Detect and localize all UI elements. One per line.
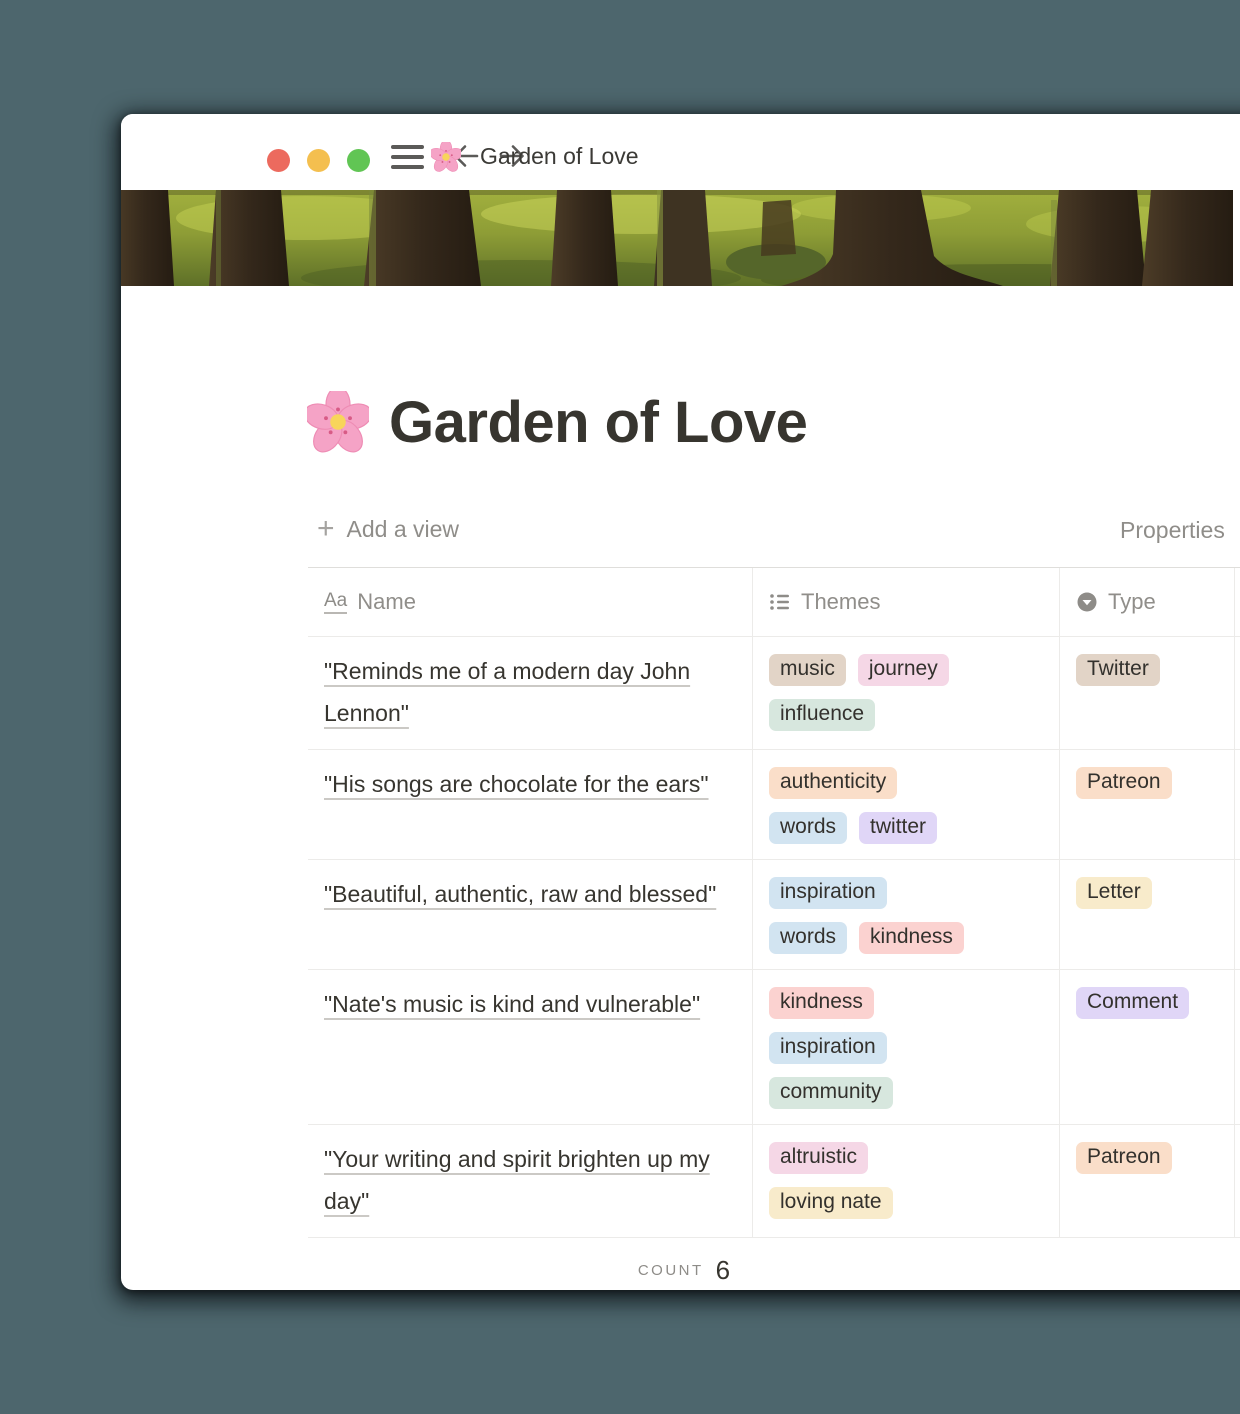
themes-cell: authenticity words twitter <box>753 750 1060 859</box>
name-cell: "Beautiful, authentic, raw and blessed" <box>308 860 753 969</box>
properties-button[interactable]: Properties <box>1120 517 1225 544</box>
theme-tag[interactable]: music <box>769 654 846 686</box>
theme-tag[interactable]: influence <box>769 699 875 731</box>
type-cell: Patreon <box>1060 1125 1235 1237</box>
theme-tag[interactable]: journey <box>858 654 949 686</box>
window-title: Garden of Love <box>480 143 639 170</box>
theme-tag[interactable]: twitter <box>859 812 937 844</box>
name-cell: "Reminds me of a modern day John Lennon" <box>308 637 753 749</box>
tag-line: music journey <box>769 654 1043 686</box>
empty-cell <box>1235 860 1240 969</box>
views-toolbar: + Add a view Properties <box>121 514 1240 548</box>
table-row: "Your writing and spirit brighten up my … <box>308 1125 1240 1238</box>
row-title-link[interactable]: "Reminds me of a modern day John Lennon" <box>324 658 690 726</box>
empty-cell <box>1235 970 1240 1124</box>
window-titlebar: Garden of Love <box>121 114 1240 190</box>
name-cell: "Your writing and spirit brighten up my … <box>308 1125 753 1237</box>
tag-line: community <box>769 1077 1043 1109</box>
column-header-type[interactable]: Type <box>1060 568 1235 636</box>
cherry-blossom-icon <box>431 142 461 172</box>
theme-tag[interactable]: words <box>769 812 847 844</box>
tag-line: words kindness <box>769 922 1043 954</box>
tag-line: loving nate <box>769 1187 1043 1219</box>
table-header-row: Aa Name Themes Type <box>308 567 1240 637</box>
empty-cell <box>1235 1125 1240 1237</box>
table-rows: "Reminds me of a modern day John Lennon"… <box>121 637 1240 1238</box>
theme-tag[interactable]: kindness <box>769 987 874 1019</box>
page-header: Garden of Love <box>307 386 807 458</box>
themes-cell: music journey influence <box>753 637 1060 749</box>
empty-cell <box>1235 750 1240 859</box>
themes-cell: inspiration words kindness <box>753 860 1060 969</box>
type-tag[interactable]: Comment <box>1076 987 1189 1019</box>
database-table: Aa Name Themes Type "Reminds me o <box>121 567 1240 1290</box>
tag-line: kindness <box>769 987 1043 1019</box>
type-cell: Letter <box>1060 860 1235 969</box>
sidebar-menu-icon[interactable] <box>391 145 424 169</box>
name-cell: "His songs are chocolate for the ears" <box>308 750 753 859</box>
tag-line: altruistic <box>769 1142 1043 1174</box>
count-value: 6 <box>716 1255 730 1286</box>
count-label[interactable]: COUNT <box>638 1262 704 1279</box>
minimize-window-button[interactable] <box>307 149 330 172</box>
theme-tag[interactable]: words <box>769 922 847 954</box>
type-tag[interactable]: Patreon <box>1076 1142 1172 1174</box>
page-title[interactable]: Garden of Love <box>389 389 807 456</box>
theme-tag[interactable]: authenticity <box>769 767 897 799</box>
row-title-link[interactable]: "Beautiful, authentic, raw and blessed" <box>324 881 716 907</box>
tag-line: authenticity <box>769 767 1043 799</box>
theme-tag[interactable]: altruistic <box>769 1142 868 1174</box>
list-icon <box>769 591 791 613</box>
empty-cell <box>1235 637 1240 749</box>
column-header-extra <box>1235 568 1240 636</box>
row-title-link[interactable]: "His songs are chocolate for the ears" <box>324 771 709 797</box>
add-view-label: Add a view <box>347 516 460 543</box>
theme-tag[interactable]: kindness <box>859 922 964 954</box>
type-tag[interactable]: Patreon <box>1076 767 1172 799</box>
page-cover-image[interactable] <box>121 190 1233 286</box>
name-cell: "Nate's music is kind and vulnerable" <box>308 970 753 1124</box>
themes-cell: kindness inspiration community <box>753 970 1060 1124</box>
theme-tag[interactable]: loving nate <box>769 1187 893 1219</box>
table-footer: COUNT 6 <box>308 1238 1060 1290</box>
notion-window: Garden of Love <box>121 114 1240 1290</box>
table-row: "Reminds me of a modern day John Lennon"… <box>308 637 1240 750</box>
tag-line: inspiration <box>769 1032 1043 1064</box>
row-title-link[interactable]: "Nate's music is kind and vulnerable" <box>324 991 700 1017</box>
close-window-button[interactable] <box>267 149 290 172</box>
tag-line: influence <box>769 699 1043 731</box>
type-cell: Patreon <box>1060 750 1235 859</box>
theme-tag[interactable]: inspiration <box>769 877 887 909</box>
table-row: "Beautiful, authentic, raw and blessed" i… <box>308 860 1240 970</box>
tag-line: words twitter <box>769 812 1043 844</box>
title-icon: Aa <box>324 591 347 614</box>
column-header-name[interactable]: Aa Name <box>308 568 753 636</box>
plus-icon: + <box>317 514 335 544</box>
row-title-link[interactable]: "Your writing and spirit brighten up my … <box>324 1146 710 1214</box>
column-header-themes[interactable]: Themes <box>753 568 1060 636</box>
zoom-window-button[interactable] <box>347 149 370 172</box>
cherry-blossom-icon[interactable] <box>307 391 369 453</box>
table-row: "Nate's music is kind and vulnerable" kin… <box>308 970 1240 1125</box>
type-cell: Twitter <box>1060 637 1235 749</box>
theme-tag[interactable]: community <box>769 1077 893 1109</box>
add-view-button[interactable]: + Add a view <box>317 514 459 544</box>
themes-cell: altruistic loving nate <box>753 1125 1060 1237</box>
type-tag[interactable]: Twitter <box>1076 654 1160 686</box>
tag-line: inspiration <box>769 877 1043 909</box>
type-tag[interactable]: Letter <box>1076 877 1152 909</box>
select-icon <box>1076 591 1098 613</box>
theme-tag[interactable]: inspiration <box>769 1032 887 1064</box>
table-row: "His songs are chocolate for the ears" au… <box>308 750 1240 860</box>
type-cell: Comment <box>1060 970 1235 1124</box>
